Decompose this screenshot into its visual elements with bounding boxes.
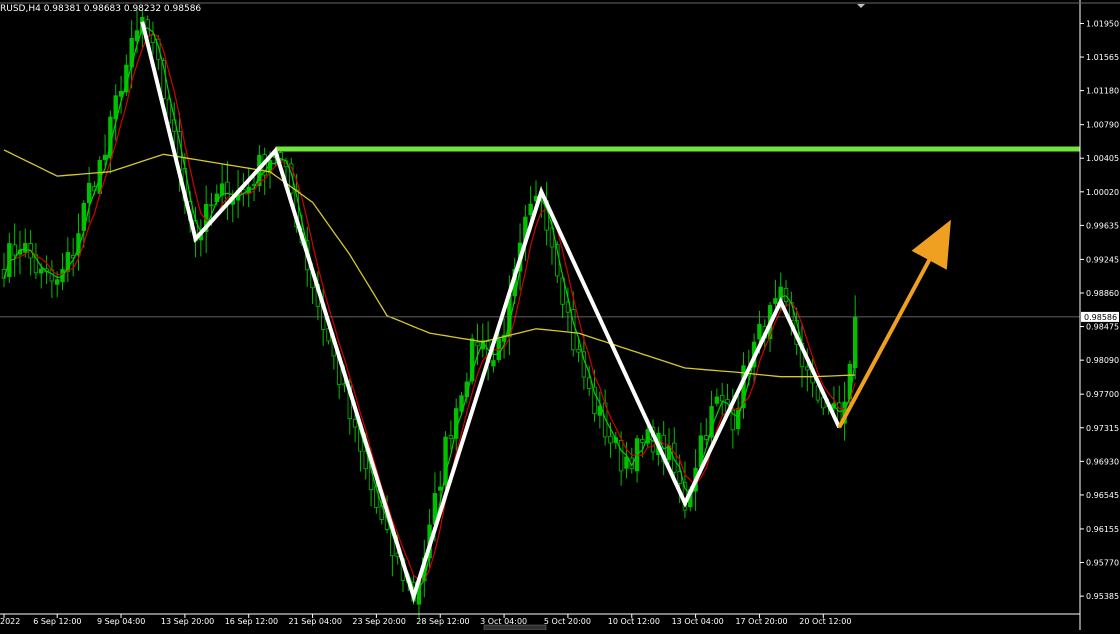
candle-body <box>576 348 581 353</box>
price-tick-label: 0.96930 <box>1086 457 1119 466</box>
candle-body <box>491 360 496 367</box>
candle-body <box>714 396 720 404</box>
price-tick-label: 0.99245 <box>1086 255 1119 264</box>
price-chart[interactable]: 1.01950 1.01565 1.01180 1.00790 1.00405 1.000… <box>0 0 1120 631</box>
candle-body <box>704 435 709 440</box>
candle-body <box>608 435 613 444</box>
time-tick-label: 10 Oct 12:00 <box>608 617 660 626</box>
chart-window[interactable]: 1.01950 1.01565 1.01180 1.00790 1.00405 1.000… <box>0 0 1120 631</box>
current-price-label: 0.98586 <box>1084 313 1117 322</box>
time-tick-label: 28 Sep 12:00 <box>416 617 469 626</box>
symbol-info: RUSD,H4 0.98381 0.98683 0.98232 0.98586 <box>0 4 202 14</box>
time-tick-label: 23 Sep 20:00 <box>352 617 405 626</box>
time-tick-label: 3 Oct 04:00 <box>480 617 527 626</box>
price-tick-label: 1.00405 <box>1086 154 1119 163</box>
price-tick-label: 1.01180 <box>1086 87 1119 96</box>
price-tick-label: 1.00790 <box>1086 121 1119 130</box>
chart-background <box>0 0 1120 630</box>
candle-body <box>86 182 92 204</box>
price-tick-label: 0.97315 <box>1086 424 1119 433</box>
price-tick-label: 0.95770 <box>1086 559 1119 568</box>
candle-body <box>773 298 778 304</box>
candle-body <box>475 341 480 347</box>
price-tick-label: 0.96155 <box>1086 525 1119 534</box>
candle-body <box>805 366 810 371</box>
candle-body <box>757 323 762 340</box>
time-tick-label: 13 Oct 04:00 <box>672 617 724 626</box>
price-tick-label: 0.95385 <box>1086 592 1119 601</box>
candle-body <box>720 394 725 402</box>
price-tick-label: 0.98090 <box>1086 356 1119 365</box>
candle-body <box>438 486 443 491</box>
time-tick-label: 5 Oct 20:00 <box>544 617 591 626</box>
candle-body <box>618 439 624 472</box>
time-tick-label: 6 Sep 12:00 <box>33 617 81 626</box>
scrollbar-thumb[interactable] <box>483 624 547 631</box>
candle-body <box>783 287 789 303</box>
price-tick-label: 0.99635 <box>1086 221 1119 230</box>
candle-body <box>39 268 44 274</box>
candle-body <box>640 439 645 443</box>
time-tick-label: 17 Oct 20:00 <box>735 617 787 626</box>
candle-body <box>209 204 214 207</box>
time-tick-label: 9 Sep 04:00 <box>97 617 145 626</box>
price-tick-label: 1.01565 <box>1086 53 1119 62</box>
price-tick-label: 1.00020 <box>1086 188 1119 197</box>
price-tick-label: 0.98860 <box>1086 289 1119 298</box>
price-tick-label: 0.97700 <box>1086 390 1119 399</box>
candle-body <box>102 154 108 161</box>
candle-body <box>352 418 358 428</box>
time-tick-label: 16 Sep 12:00 <box>225 617 278 626</box>
candle-body <box>448 435 454 440</box>
price-tick-label: 1.01950 <box>1086 19 1119 28</box>
price-tick-label: 0.98475 <box>1086 323 1119 332</box>
time-tick-label: 21 Sep 04:00 <box>289 617 342 626</box>
time-tick-label: 2022 <box>0 617 20 626</box>
candle-body <box>23 243 28 253</box>
time-tick-label: 13 Sep 20:00 <box>161 617 214 626</box>
candle-body <box>528 203 533 216</box>
candle-body <box>55 279 60 285</box>
candle-body <box>853 316 858 369</box>
price-tick-label: 0.96545 <box>1086 491 1119 500</box>
candle-body <box>12 244 17 256</box>
time-tick-label: 20 Oct 12:00 <box>799 617 851 626</box>
